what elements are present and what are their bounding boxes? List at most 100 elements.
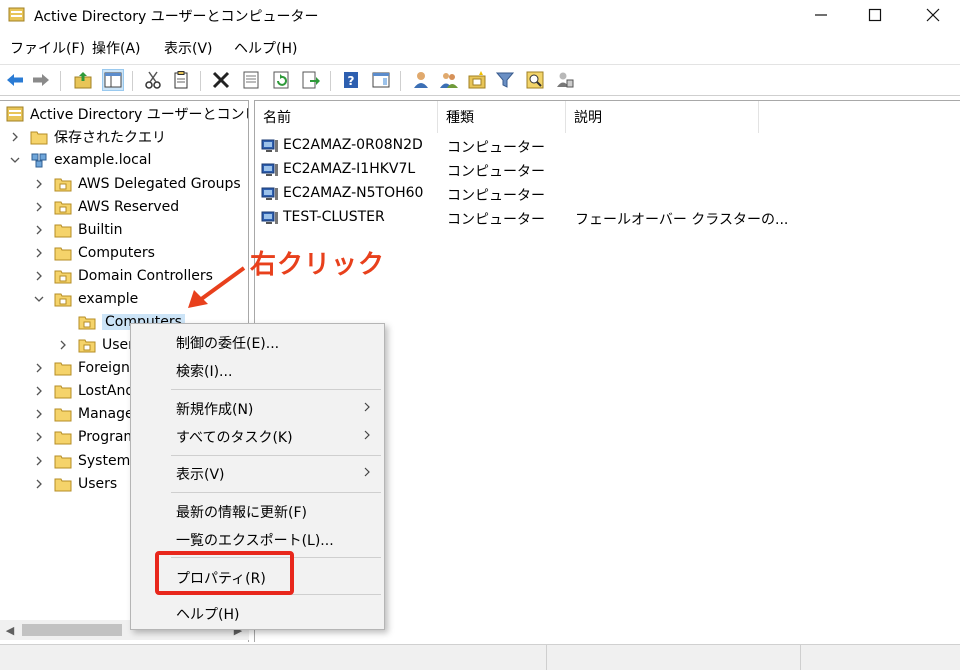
tree-item-users[interactable]: Users xyxy=(32,473,117,495)
list-row[interactable]: EC2AMAZ-0R08N2D コンピューター xyxy=(255,134,960,158)
show-hide-tree-button[interactable] xyxy=(102,69,124,91)
row-type: コンピューター xyxy=(447,212,545,228)
menu-item-help[interactable]: ヘルプ(H) xyxy=(131,600,384,626)
tree-item-label: System xyxy=(78,453,131,469)
help-button[interactable]: ? xyxy=(340,69,362,91)
row-name: EC2AMAZ-I1HKV7L xyxy=(283,161,416,177)
tree-item-label: AWS Reserved xyxy=(78,199,180,215)
chevron-right-icon[interactable] xyxy=(32,177,46,191)
menu-item-view[interactable]: 表示(V) xyxy=(131,460,384,486)
chevron-right-icon[interactable] xyxy=(32,223,46,237)
maximize-icon xyxy=(868,8,882,22)
tree-item-saved-queries[interactable]: 保存されたクエリ xyxy=(8,126,166,148)
menu-item-all-tasks[interactable]: すべてのタスク(K) xyxy=(131,423,384,449)
new-ou-icon xyxy=(468,71,486,89)
tree-item-system[interactable]: System xyxy=(32,450,130,472)
tree-item-builtin[interactable]: Builtin xyxy=(32,219,123,241)
tree-root[interactable]: Active Directory ユーザーとコンピュー xyxy=(6,103,248,125)
menu-item-new[interactable]: 新規作成(N) xyxy=(131,395,384,421)
properties-icon xyxy=(243,71,259,89)
column-header-label: 種類 xyxy=(446,110,474,126)
forward-button[interactable] xyxy=(30,69,52,91)
delegate-button[interactable] xyxy=(554,69,576,91)
show-hide-tree-icon xyxy=(104,72,122,88)
menu-item-delegate-control[interactable]: 制御の委任(E)... xyxy=(131,329,384,355)
menu-view[interactable]: 表示(V) xyxy=(164,38,213,58)
ou-folder-icon xyxy=(54,293,72,307)
export-button[interactable] xyxy=(300,69,322,91)
help-icon: ? xyxy=(344,72,358,88)
chevron-right-icon[interactable] xyxy=(8,130,22,144)
menu-item-label: 表示(V) xyxy=(176,467,225,483)
tree-item-label: Computers xyxy=(78,245,155,261)
filter-button[interactable] xyxy=(494,69,516,91)
new-user-icon xyxy=(414,72,428,88)
row-description: フェールオーバー クラスターの... xyxy=(575,212,789,228)
status-bar xyxy=(0,644,960,670)
row-name: TEST-CLUSTER xyxy=(283,209,385,225)
menu-bar: ファイル(F) 操作(A) 表示(V) ヘルプ(H) xyxy=(0,34,960,60)
find-button[interactable] xyxy=(524,69,546,91)
new-group-button[interactable] xyxy=(438,69,460,91)
column-header-description[interactable]: 説明 xyxy=(566,101,759,133)
tree-item-label: 保存されたクエリ xyxy=(54,130,166,146)
properties-button[interactable] xyxy=(240,69,262,91)
column-header-type[interactable]: 種類 xyxy=(438,101,566,133)
tree-item-computers[interactable]: Computers xyxy=(32,242,155,264)
tree-item-aws-reserved[interactable]: AWS Reserved xyxy=(32,196,179,218)
scroll-left-icon[interactable]: ◀ xyxy=(3,623,17,637)
console-tree-button[interactable] xyxy=(370,69,392,91)
minimize-icon xyxy=(815,14,827,16)
ou-folder-icon xyxy=(54,270,72,284)
up-folder-icon xyxy=(74,72,92,89)
menu-item-label: 一覧のエクスポート(L)... xyxy=(176,533,334,549)
chevron-right-icon[interactable] xyxy=(32,454,46,468)
menu-item-label: 検索(I)... xyxy=(176,364,233,380)
menu-item-find[interactable]: 検索(I)... xyxy=(131,357,384,383)
chevron-right-icon[interactable] xyxy=(32,269,46,283)
list-row[interactable]: EC2AMAZ-I1HKV7L コンピューター xyxy=(255,158,960,182)
menu-file[interactable]: ファイル(F) xyxy=(10,38,85,58)
menu-item-export-list[interactable]: 一覧のエクスポート(L)... xyxy=(131,526,384,552)
svg-text:?: ? xyxy=(348,74,355,88)
close-button[interactable] xyxy=(910,0,956,30)
tree-item-example[interactable]: example xyxy=(32,288,138,310)
back-button[interactable] xyxy=(4,69,26,91)
chevron-right-icon[interactable] xyxy=(32,384,46,398)
new-ou-button[interactable] xyxy=(466,69,488,91)
minimize-button[interactable] xyxy=(798,0,844,30)
chevron-right-icon[interactable] xyxy=(32,361,46,375)
filter-icon xyxy=(495,72,515,88)
menu-item-refresh[interactable]: 最新の情報に更新(F) xyxy=(131,498,384,524)
list-row[interactable]: TEST-CLUSTER コンピューター フェールオーバー クラスターの... xyxy=(255,206,960,230)
folder-icon xyxy=(54,385,72,399)
new-user-button[interactable] xyxy=(410,69,432,91)
folder-icon xyxy=(54,455,72,469)
chevron-right-icon[interactable] xyxy=(56,338,70,352)
menu-help[interactable]: ヘルプ(H) xyxy=(234,38,297,58)
chevron-right-icon[interactable] xyxy=(32,477,46,491)
chevron-right-icon[interactable] xyxy=(32,246,46,260)
tree-item-domain[interactable]: example.local xyxy=(8,149,151,171)
ou-folder-icon xyxy=(78,316,96,330)
up-folder-button[interactable] xyxy=(72,69,94,91)
export-icon xyxy=(302,71,320,89)
scrollbar-thumb[interactable] xyxy=(22,624,122,636)
delete-button[interactable] xyxy=(210,69,232,91)
chevron-right-icon[interactable] xyxy=(32,430,46,444)
copy-button[interactable] xyxy=(170,69,192,91)
refresh-button[interactable] xyxy=(270,69,292,91)
list-row[interactable]: EC2AMAZ-N5TOH60 コンピューター xyxy=(255,182,960,206)
menu-action[interactable]: 操作(A) xyxy=(92,38,141,58)
chevron-down-icon[interactable] xyxy=(8,153,22,167)
chevron-right-icon[interactable] xyxy=(32,407,46,421)
maximize-button[interactable] xyxy=(852,0,898,30)
tree-item-aws-delegated-groups[interactable]: AWS Delegated Groups xyxy=(32,173,241,195)
computer-icon xyxy=(261,163,278,176)
column-header-name[interactable]: 名前 xyxy=(255,101,438,133)
folder-icon xyxy=(54,247,72,261)
cut-button[interactable] xyxy=(142,69,164,91)
tree-item-example-users[interactable]: Users xyxy=(56,334,141,356)
chevron-down-icon[interactable] xyxy=(32,292,46,306)
chevron-right-icon[interactable] xyxy=(32,200,46,214)
